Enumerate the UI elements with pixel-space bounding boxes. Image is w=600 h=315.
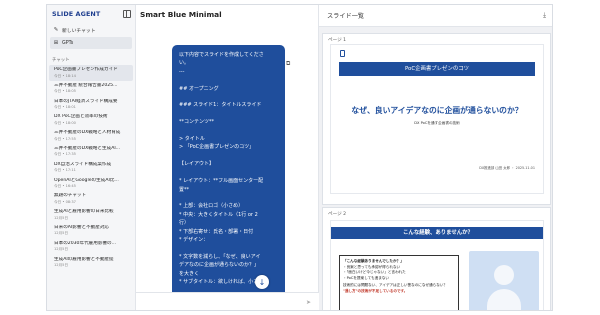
chat-item-date: 12月5日	[54, 247, 69, 252]
chat-list-item[interactable]: OpenAIとGoogleの生成AI比... 今日 • 16:45	[49, 176, 133, 192]
message-line: * 上部：会社ロゴ（小さめ）	[179, 203, 244, 210]
chat-list-item[interactable]: 三井不動産のDX戦略と生成AI... 今日 • 17:35	[49, 144, 133, 160]
new-chat-button[interactable]: ✎ 新しいチャット	[50, 24, 132, 36]
scroll-down-button[interactable]: ↓	[255, 275, 269, 289]
gpts-label: GPTs	[62, 40, 74, 46]
slide-thumbnail: PoC企画書プレゼンのコツ なぜ、良いアイデアなのに企画が通らないのか？ DX …	[330, 44, 544, 194]
message-line: * デザイン：	[179, 236, 209, 243]
person-body	[487, 289, 521, 310]
slide-panel: スライド一覧 ⤓ ページ 1 PoC企画書プレゼンのコツ なぜ、良いアイデアなの…	[319, 5, 552, 310]
chat-item-date: 今日 • 18:14	[54, 73, 76, 78]
sidebar-header: SLIDE AGENT	[47, 5, 135, 23]
slide-illustration	[469, 251, 539, 310]
message-line: * レイアウト：**フル画面センター配	[179, 178, 264, 185]
chat-item-date: 今日 • 17:35	[54, 152, 76, 157]
chat-list-item[interactable]: DX PoC企画と効率の技術 今日 • 18:00	[49, 112, 133, 128]
chat-item-date: 12月5日	[54, 263, 69, 268]
message-line	[179, 110, 278, 118]
message-input-bar: ➤	[136, 292, 319, 311]
message-area[interactable]: 以下内容でスライドを作成してくださ い。 --- ## オープニング ### スライ…	[136, 27, 319, 292]
chat-list-item[interactable]: 無題のチャット 今日 • 08:37	[49, 191, 133, 207]
app-window: SLIDE AGENT ✎ 新しいチャット ⊞ GPTs チャット PoC企画書…	[46, 4, 553, 311]
slide-panel-title: スライド一覧	[327, 13, 365, 20]
message-line: > 「PoC企画書プレゼンのコツ」	[179, 144, 255, 151]
message-line: * 下部右寄せ：氏名・部署・日付	[179, 228, 254, 235]
message-line: 【レイアウト】	[179, 161, 215, 168]
chat-item-date: 今日 • 18:00	[54, 120, 76, 125]
pencil-icon: ✎	[53, 27, 59, 33]
chat-item-title: 三井不動産のDX戦略と人材育成	[54, 130, 121, 136]
chat-column: Smart Blue Minimal 以下内容でスライドを作成してくださ い。 --…	[136, 5, 319, 310]
company-logo-icon	[340, 50, 345, 57]
message-line: * 文字数を減らし、「なぜ、良いアイ	[179, 253, 261, 260]
message-line: ## オープニング	[179, 85, 219, 92]
slide-panel-header: スライド一覧 ⤓	[319, 5, 552, 27]
brand-logo-text: SLIDE AGENT	[52, 10, 101, 18]
chat-item-date: 今日 • 18:01	[54, 105, 76, 110]
message-line	[179, 127, 278, 135]
box-line: ・PoCを提案しても進まない	[343, 275, 389, 280]
message-line	[179, 194, 278, 202]
chat-list: PoC企画書プレゼン作成ガイド 今日 • 18:14 三井不動産 統合報告書2025…	[47, 65, 135, 270]
chat-item-date: 今日 • 16:45	[54, 184, 76, 189]
chat-item-date: 今日 • 08:37	[54, 199, 76, 204]
message-line: い。	[179, 60, 190, 67]
message-line	[179, 169, 278, 177]
chat-list-item[interactable]: PoC企画書プレゼン作成ガイド 今日 • 18:14	[49, 65, 133, 81]
chat-item-title: PoC企画書プレゼン作成ガイド	[54, 67, 118, 72]
page-label: ページ 2	[328, 212, 347, 217]
message-line	[179, 244, 278, 252]
new-chat-label: 新しいチャット	[62, 28, 96, 34]
message-line: ### スライド1：タイトルスライド	[179, 102, 262, 109]
send-icon[interactable]: ➤	[306, 299, 311, 306]
slide-subtitle: DX PoCを通す企画書の技術	[414, 121, 460, 125]
person-icon	[494, 265, 514, 285]
chat-list-item[interactable]: 日本のJTAI経済スライド構成要 今日 • 18:01	[49, 97, 133, 113]
arrow-down-icon: ↓	[258, 277, 266, 287]
chat-list-item[interactable]: 日本の2030年代雇用影響の... 12月5日	[49, 239, 133, 255]
chat-list-item[interactable]: 日米のAI影響と不動産対応 12月5日	[49, 223, 133, 239]
slide-title-banner: PoC企画書プレゼンのコツ	[339, 62, 535, 76]
slide-footer: DX推進部 山田 太郎 ・ 2025.11.01	[479, 166, 535, 170]
message-line: ---	[179, 68, 185, 75]
page-label: ページ 1	[328, 38, 347, 43]
gpts-button[interactable]: ⊞ GPTs	[50, 37, 132, 49]
box-emphasis: "通し方"の技術が不足しているのです。	[343, 288, 408, 293]
grid-icon: ⊞	[53, 40, 59, 46]
chat-item-date: 今日 • 17:11	[54, 168, 76, 173]
chat-title: Smart Blue Minimal	[140, 10, 222, 19]
chat-list-item[interactable]: 生成AIの雇用影響と不動産提 12月5日	[49, 255, 133, 271]
message-line	[179, 76, 278, 84]
user-message-bubble: 以下内容でスライドを作成してくださ い。 --- ## オープニング ### スライ…	[172, 45, 285, 292]
slide-page-card[interactable]: ページ 1 PoC企画書プレゼンのコツ なぜ、良いアイデアなのに企画が通らないの…	[322, 33, 551, 205]
message-line: 置**	[179, 186, 190, 193]
message-line: 行）	[179, 220, 190, 227]
slide-page-card[interactable]: ページ 2 こんな経験、ありませんか？ 「こんな経験ありませんでしたか？」 ・良…	[322, 207, 551, 310]
message-input[interactable]	[143, 310, 283, 311]
chat-item-date: 12月5日	[54, 231, 69, 236]
chat-item-date: 今日 • 18:05	[54, 89, 76, 94]
download-icon[interactable]: ⤓	[543, 11, 546, 20]
chat-list-item[interactable]: 三井不動産のDX戦略と人材育成 今日 • 17:55	[49, 128, 133, 144]
chat-list-item[interactable]: DX自治スライド構成案作成 今日 • 17:11	[49, 160, 133, 176]
message-line	[179, 93, 278, 101]
message-line	[179, 152, 278, 160]
message-line: デアなのに企画が通らないのか？」	[179, 262, 260, 269]
sidebar: SLIDE AGENT ✎ 新しいチャット ⊞ GPTs チャット PoC企画書…	[47, 5, 136, 310]
slide-text-box: 「こんな経験ありませんでしたか？」 ・良案と思っても承認が得られない ・「面白い…	[339, 255, 459, 310]
slide-thumbnail: こんな経験、ありませんか？ 「こんな経験ありませんでしたか？」 ・良案と思っても…	[330, 220, 544, 310]
slide-title-banner: こんな経験、ありませんか？	[331, 227, 543, 239]
chat-section-label: チャット	[52, 58, 70, 63]
copy-icon[interactable]: ⧉	[286, 60, 290, 68]
message-line: 以下内容でスライドを作成してくださ	[179, 52, 264, 58]
chat-item-date: 12月5日	[54, 215, 69, 220]
message-line: **コンテンツ**	[179, 119, 215, 126]
message-line: * 中央：大きくタイトル（1行 or 2	[179, 211, 258, 218]
chat-list-item[interactable]: 三井不動産 統合報告書2025... 今日 • 18:05	[49, 81, 133, 97]
message-line: > タイトル	[179, 136, 205, 143]
chat-list-item[interactable]: 生成AIと雇用影響の日米比較 12月5日	[49, 207, 133, 223]
slide-headline: なぜ、良いアイデアなのに企画が通らないのか？	[351, 106, 523, 115]
sidebar-toggle-icon[interactable]	[123, 10, 131, 18]
chat-item-date: 今日 • 17:55	[54, 136, 76, 141]
